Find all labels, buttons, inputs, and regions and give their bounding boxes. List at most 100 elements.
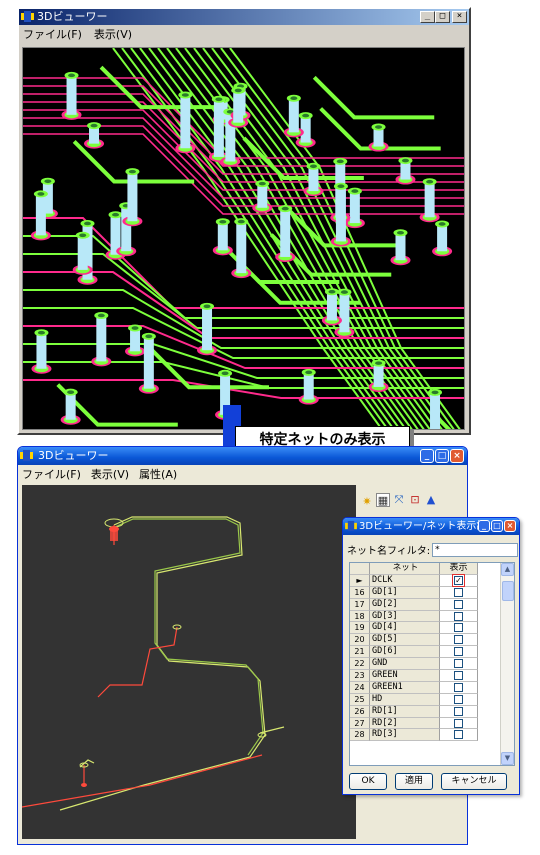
minimize-button[interactable]: _: [420, 11, 435, 23]
display-cell: [440, 622, 478, 635]
display-checkbox[interactable]: [454, 694, 463, 704]
table-row[interactable]: 17 GD[2]: [350, 598, 514, 611]
row-number: 19: [350, 622, 370, 635]
table-row[interactable]: 28 RD[3]: [350, 729, 514, 742]
grid-view-icon[interactable]: ▦: [376, 493, 390, 507]
net-name[interactable]: GD[3]: [370, 610, 440, 623]
net-3d-viewport[interactable]: [22, 485, 356, 839]
column-display[interactable]: 表示: [440, 563, 478, 575]
dialog-buttons: OK 適用 キャンセル: [349, 773, 507, 790]
maximize-button[interactable]: □: [491, 520, 503, 532]
row-number: 20: [350, 634, 370, 647]
table-row[interactable]: 27 RD[2]: [350, 717, 514, 730]
menu-file[interactable]: ファイル(F): [22, 466, 81, 482]
display-checkbox[interactable]: [454, 706, 463, 716]
table-row[interactable]: 23 GREEN: [350, 670, 514, 682]
display-cell: [440, 681, 478, 694]
filter-input[interactable]: [432, 542, 519, 557]
display-checkbox[interactable]: [454, 635, 463, 645]
pcb-3d-viewport[interactable]: [22, 47, 465, 430]
row-number: 23: [350, 670, 370, 682]
scroll-up-button[interactable]: ▲: [501, 563, 514, 576]
grid-rows: ► DCLK ✓ 16 GD[1] 17 GD[2] 18 GD[3] 19 GD[4] 20 GD[5…: [350, 573, 514, 742]
table-row[interactable]: 16 GD[1]: [350, 586, 514, 599]
display-checkbox[interactable]: [454, 611, 463, 621]
menu-view[interactable]: 表示(V): [94, 26, 132, 42]
titlebar[interactable]: 3Dビューワー _ □ ×: [19, 9, 469, 25]
table-row[interactable]: 18 GD[3]: [350, 610, 514, 623]
table-row[interactable]: ► DCLK ✓: [350, 573, 514, 587]
display-checkbox[interactable]: ✓: [452, 573, 465, 587]
close-button[interactable]: ×: [504, 520, 516, 532]
net-name[interactable]: GREEN: [370, 670, 440, 682]
minimize-button[interactable]: _: [420, 449, 434, 463]
row-number: 16: [350, 586, 370, 599]
display-cell: [440, 658, 478, 671]
display-checkbox[interactable]: [454, 730, 463, 740]
display-checkbox[interactable]: [454, 647, 463, 657]
net-name[interactable]: GD[1]: [370, 586, 440, 599]
window-title: 3Dビューワー: [37, 10, 108, 23]
cancel-button[interactable]: キャンセル: [441, 773, 507, 790]
table-row[interactable]: 24 GREEN1: [350, 681, 514, 694]
table-row[interactable]: 22 GND: [350, 658, 514, 671]
net-name[interactable]: GD[6]: [370, 646, 440, 659]
scroll-thumb[interactable]: [502, 581, 514, 601]
minimize-button[interactable]: _: [478, 520, 490, 532]
zoom-area-icon[interactable]: ⊡: [408, 493, 422, 507]
column-net[interactable]: ネット: [370, 563, 440, 575]
rotate-up-icon[interactable]: ▲: [424, 493, 438, 507]
dialog-titlebar[interactable]: 3Dビューワー/ネット表示設... _ □ ×: [343, 518, 519, 535]
table-row[interactable]: 25 HD: [350, 693, 514, 706]
net-name[interactable]: RD[2]: [370, 717, 440, 730]
display-checkbox[interactable]: [454, 587, 463, 597]
table-row[interactable]: 19 GD[4]: [350, 622, 514, 635]
maximize-button[interactable]: □: [435, 449, 449, 463]
net-name[interactable]: GD[4]: [370, 622, 440, 635]
display-cell: [440, 729, 478, 742]
fit-view-icon[interactable]: ⤧: [392, 493, 406, 507]
table-row[interactable]: 20 GD[5]: [350, 634, 514, 647]
menu-file[interactable]: ファイル(F): [23, 26, 82, 42]
net-name[interactable]: GD[5]: [370, 634, 440, 647]
filter-label: ネット名フィルタ:: [347, 546, 431, 557]
net-name[interactable]: GREEN1: [370, 681, 440, 694]
display-checkbox[interactable]: [454, 718, 463, 728]
ok-button[interactable]: OK: [349, 773, 387, 790]
display-cell: [440, 646, 478, 659]
row-number: 26: [350, 705, 370, 718]
menu-attribute[interactable]: 属性(A): [139, 466, 177, 482]
titlebar[interactable]: 3Dビューワー _ □ ×: [18, 447, 467, 465]
apply-button[interactable]: 適用: [395, 773, 433, 790]
net-name[interactable]: GND: [370, 658, 440, 671]
net-name[interactable]: HD: [370, 693, 440, 706]
table-row[interactable]: 21 GD[6]: [350, 646, 514, 659]
net-name[interactable]: RD[1]: [370, 705, 440, 718]
light-icon[interactable]: ✷: [360, 495, 374, 509]
table-row[interactable]: 26 RD[1]: [350, 705, 514, 718]
maximize-button[interactable]: □: [435, 11, 450, 23]
net-grid: ネット 表示 ► DCLK ✓ 16 GD[1] 17 GD[2] 18 GD[3] 19 GD[4…: [349, 562, 515, 766]
row-number: 27: [350, 717, 370, 730]
net-3d-render: [22, 516, 285, 811]
display-checkbox[interactable]: [454, 623, 463, 633]
app-icon: [21, 11, 34, 22]
grid-scrollbar[interactable]: ▲ ▼: [500, 563, 514, 765]
net-name[interactable]: RD[3]: [370, 729, 440, 742]
display-cell: [440, 634, 478, 647]
pcb-3d-render: [23, 48, 464, 429]
app-icon: [345, 521, 357, 531]
viewer-window-full: 3Dビューワー _ □ × ファイル(F) 表示(V): [17, 7, 471, 435]
net-name[interactable]: DCLK: [370, 574, 440, 587]
close-button[interactable]: ×: [450, 449, 464, 463]
close-button[interactable]: ×: [452, 11, 467, 23]
display-checkbox[interactable]: [454, 682, 463, 692]
display-checkbox[interactable]: [454, 659, 463, 669]
row-number: 17: [350, 598, 370, 611]
display-checkbox[interactable]: [454, 599, 463, 609]
scroll-down-button[interactable]: ▼: [501, 752, 514, 765]
menu-view[interactable]: 表示(V): [91, 466, 129, 482]
display-cell: [440, 705, 478, 718]
net-name[interactable]: GD[2]: [370, 598, 440, 611]
display-checkbox[interactable]: [454, 670, 463, 680]
